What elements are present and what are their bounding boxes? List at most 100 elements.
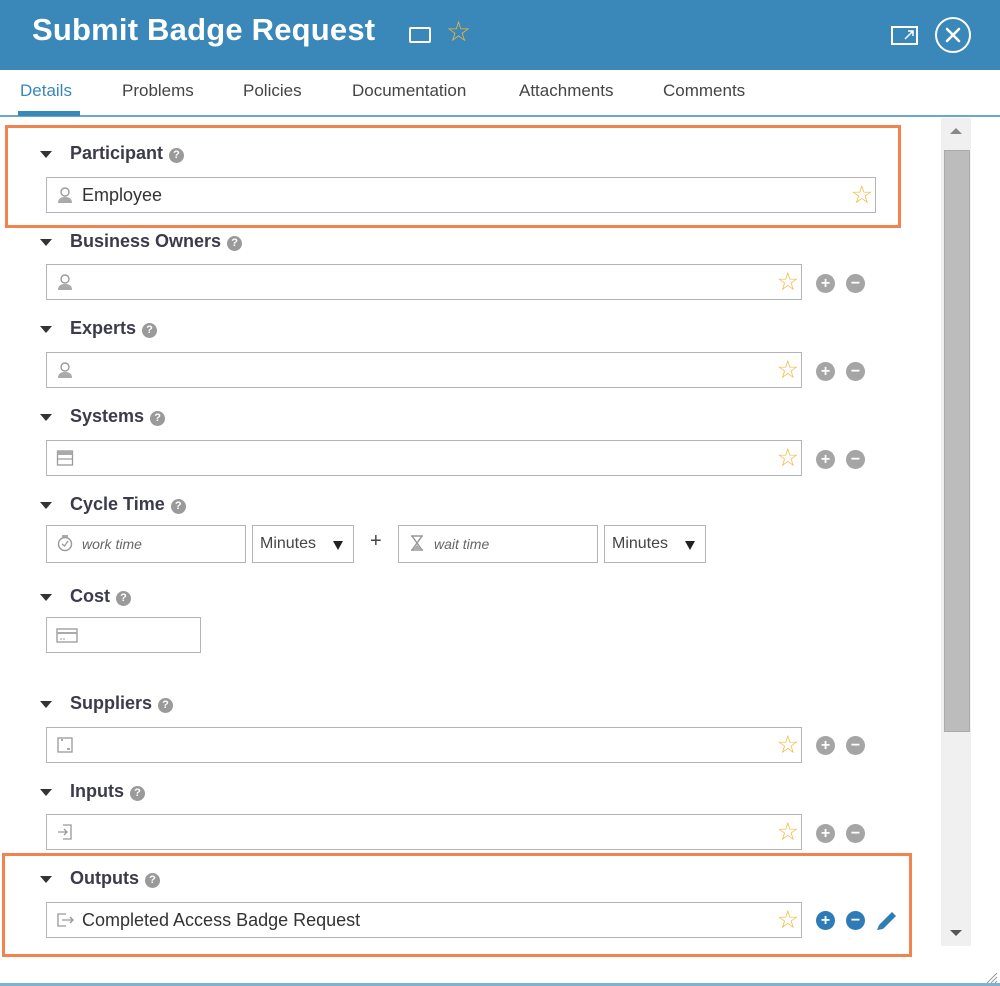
add-business-owner-button[interactable]: +	[816, 274, 835, 293]
systems-field[interactable]: ☆	[46, 440, 802, 476]
edit-pencil-icon[interactable]	[873, 906, 899, 932]
section-title-business-owners: Business Owners	[70, 231, 222, 251]
section-experts[interactable]: Experts ?	[40, 318, 158, 339]
help-icon[interactable]: ?	[142, 322, 158, 338]
person-icon	[58, 187, 72, 203]
section-title-experts: Experts	[70, 318, 137, 338]
section-suppliers[interactable]: Suppliers ?	[40, 693, 174, 714]
tab-problems[interactable]: Problems	[122, 81, 194, 101]
collapse-caret-icon[interactable]	[40, 414, 52, 421]
help-icon[interactable]: ?	[170, 498, 186, 514]
collapse-caret-icon[interactable]	[40, 789, 52, 796]
add-expert-button[interactable]: +	[816, 362, 835, 381]
rectangle-icon[interactable]	[409, 27, 431, 43]
tab-comments[interactable]: Comments	[663, 81, 745, 101]
favorite-star-icon[interactable]: ☆	[851, 180, 873, 210]
plus-separator: +	[370, 530, 382, 552]
close-button[interactable]	[935, 17, 971, 53]
tab-policies[interactable]: Policies	[243, 81, 302, 101]
collapse-caret-icon[interactable]	[40, 239, 52, 246]
popout-icon[interactable]	[891, 26, 918, 45]
section-participant[interactable]: Participant ?	[40, 143, 185, 164]
experts-field[interactable]: ☆	[46, 352, 802, 388]
help-icon[interactable]: ?	[145, 872, 160, 888]
remove-business-owner-button[interactable]: −	[846, 274, 865, 293]
input-arrow-icon	[58, 824, 72, 840]
scroll-down-arrow-icon[interactable]	[950, 930, 962, 936]
section-title-cycle-time: Cycle Time	[70, 494, 165, 514]
cost-field[interactable]	[46, 617, 201, 653]
remove-expert-button[interactable]: −	[846, 362, 865, 381]
help-icon[interactable]: ?	[116, 590, 131, 606]
section-cycle-time[interactable]: Cycle Time ?	[40, 494, 186, 515]
collapse-caret-icon[interactable]	[40, 594, 52, 601]
participant-field[interactable]: Employee ☆	[46, 177, 876, 213]
remove-input-button[interactable]: −	[846, 824, 865, 843]
section-systems[interactable]: Systems ?	[40, 406, 166, 427]
inputs-field[interactable]: ☆	[46, 814, 802, 850]
work-time-unit-select[interactable]: Minutes	[252, 525, 354, 563]
vertical-scrollbar[interactable]	[941, 118, 971, 946]
favorite-star-icon[interactable]: ☆	[777, 443, 799, 473]
tab-attachments[interactable]: Attachments	[519, 81, 614, 101]
remove-output-button[interactable]: −	[846, 911, 865, 930]
section-inputs[interactable]: Inputs ?	[40, 781, 145, 802]
collapse-caret-icon[interactable]	[40, 502, 52, 509]
help-icon[interactable]: ?	[150, 410, 166, 426]
section-title-inputs: Inputs	[70, 781, 124, 801]
collapse-caret-icon[interactable]	[40, 701, 52, 708]
hourglass-icon	[411, 535, 423, 551]
add-supplier-button[interactable]: +	[816, 736, 835, 755]
add-system-button[interactable]: +	[816, 450, 835, 469]
tab-details[interactable]: Details	[20, 81, 72, 101]
add-input-button[interactable]: +	[816, 824, 835, 843]
tab-bar: Details Problems Policies Documentation …	[0, 70, 1000, 117]
favorite-star-icon[interactable]: ☆	[777, 730, 799, 760]
section-business-owners[interactable]: Business Owners ?	[40, 231, 243, 252]
server-icon	[56, 450, 74, 466]
collapse-caret-icon[interactable]	[40, 151, 52, 158]
help-icon[interactable]: ?	[130, 785, 145, 801]
wait-time-input[interactable]: wait time	[398, 525, 598, 563]
section-title-cost: Cost	[70, 586, 110, 606]
help-icon[interactable]: ?	[158, 697, 174, 713]
favorite-star-icon[interactable]: ☆	[446, 12, 471, 52]
person-icon	[58, 362, 72, 378]
dropdown-arrow-icon	[685, 541, 695, 550]
work-time-placeholder: work time	[82, 536, 142, 552]
work-time-unit-value: Minutes	[260, 535, 317, 552]
scroll-up-arrow-icon[interactable]	[950, 128, 962, 134]
section-outputs[interactable]: Outputs ?	[40, 868, 160, 889]
wait-time-placeholder: wait time	[434, 536, 490, 552]
collapse-caret-icon[interactable]	[40, 326, 52, 333]
favorite-star-icon[interactable]: ☆	[777, 267, 799, 297]
dialog-title: Submit Badge Request	[32, 12, 376, 47]
remove-supplier-button[interactable]: −	[846, 736, 865, 755]
section-cost[interactable]: Cost ?	[40, 586, 131, 607]
add-output-button[interactable]: +	[816, 911, 835, 930]
resize-grip-icon[interactable]	[984, 970, 998, 984]
dropdown-arrow-icon	[333, 541, 343, 550]
outputs-field[interactable]: Completed Access Badge Request ☆	[46, 902, 802, 938]
supplier-box-icon	[57, 737, 73, 753]
wait-time-unit-select[interactable]: Minutes	[604, 525, 706, 563]
active-tab-indicator	[18, 111, 80, 116]
favorite-star-icon[interactable]: ☆	[777, 355, 799, 385]
remove-system-button[interactable]: −	[846, 450, 865, 469]
collapse-caret-icon[interactable]	[40, 876, 52, 883]
scrollbar-thumb[interactable]	[944, 150, 970, 732]
favorite-star-icon[interactable]: ☆	[777, 817, 799, 847]
dialog-header: Submit Badge Request ☆	[0, 0, 1000, 70]
suppliers-field[interactable]: ☆	[46, 727, 802, 763]
business-owners-field[interactable]: ☆	[46, 264, 802, 300]
help-icon[interactable]: ?	[169, 147, 185, 163]
section-title-participant: Participant	[70, 143, 164, 163]
help-icon[interactable]: ?	[227, 235, 243, 251]
participant-value: Employee	[82, 185, 163, 205]
wait-time-unit-value: Minutes	[612, 535, 669, 552]
favorite-star-icon[interactable]: ☆	[777, 905, 799, 935]
tab-documentation[interactable]: Documentation	[352, 81, 466, 101]
work-time-input[interactable]: work time	[46, 525, 246, 563]
stopwatch-icon	[57, 535, 73, 552]
section-title-systems: Systems	[70, 406, 145, 426]
